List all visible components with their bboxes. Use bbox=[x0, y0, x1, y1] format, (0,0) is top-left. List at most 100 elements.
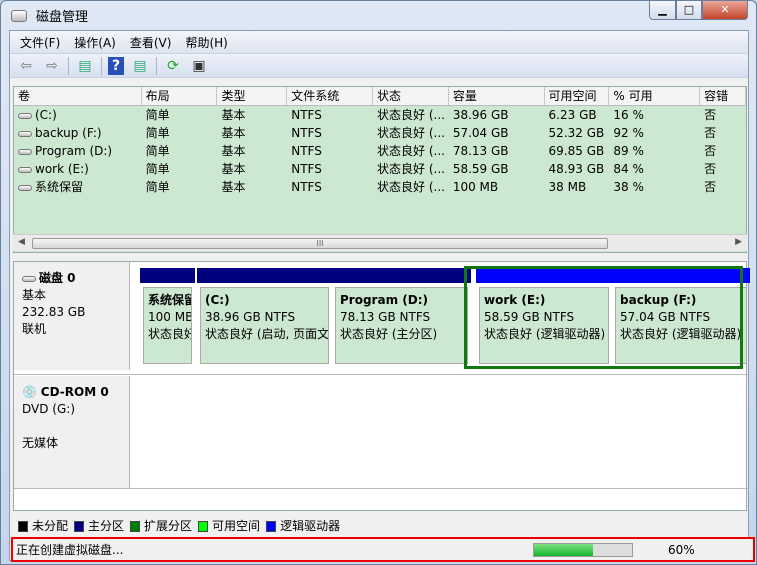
volume-cell: 否 bbox=[700, 124, 746, 142]
volume-row[interactable]: Program (D:) 简单 基本 NTFS 状态良好 (... 78.13 GB 69.… bbox=[14, 142, 746, 160]
minimize-button[interactable]: ▁ bbox=[649, 1, 676, 20]
disk-graphical-view: 磁盘 0 基本 232.83 GB 联机 系统保留 100 MB 状态良好 (C:) 3… bbox=[13, 261, 750, 511]
cdrom-0-label[interactable]: 💿 CD-ROM 0 DVD (G:) 无媒体 bbox=[14, 376, 130, 488]
volume-name-cell: 系统保留 bbox=[14, 178, 142, 196]
volume-cell: 简单 bbox=[142, 178, 218, 196]
legend-label: 未分配 bbox=[32, 519, 69, 533]
cell-text: 基本 bbox=[221, 108, 246, 122]
legend-swatch bbox=[74, 521, 85, 532]
volume-name-cell: backup (F:) bbox=[14, 124, 142, 142]
volume-row[interactable]: backup (F:) 简单 基本 NTFS 状态良好 (... 57.04 GB 52.3… bbox=[14, 124, 746, 142]
column-header-fault-tolerance[interactable]: 容错 bbox=[700, 87, 746, 105]
legend-item: 未分配 bbox=[18, 517, 68, 534]
volume-cell: 状态良好 (... bbox=[373, 124, 449, 142]
column-header-type[interactable]: 类型 bbox=[217, 87, 288, 105]
partition-status: 状态良好 (主分区) bbox=[340, 327, 438, 341]
partition-size: 100 MB bbox=[148, 310, 192, 324]
volume-cell: NTFS bbox=[287, 178, 373, 196]
legend: 未分配 主分区 扩展分区 可用空间 逻辑驱动器 bbox=[18, 517, 340, 534]
cell-text: 92 % bbox=[613, 126, 644, 140]
maximize-button[interactable]: □ bbox=[676, 1, 702, 20]
column-header-filesystem[interactable]: 文件系统 bbox=[287, 87, 374, 105]
volume-cell: 84 % bbox=[609, 160, 700, 178]
disk-size: 232.83 GB bbox=[22, 305, 86, 319]
refresh-icon[interactable]: ⟳ bbox=[163, 57, 183, 75]
partition-size: 38.96 GB NTFS bbox=[205, 310, 296, 324]
column-header-layout[interactable]: 布局 bbox=[142, 87, 218, 105]
back-arrow-icon[interactable]: ⇦ bbox=[16, 57, 36, 75]
cell-text: 16 % bbox=[613, 108, 644, 122]
legend-swatch bbox=[266, 521, 277, 532]
title-bar: 磁盘管理 bbox=[11, 6, 88, 25]
cell-text: NTFS bbox=[291, 108, 322, 122]
menu-file[interactable]: 文件(F) bbox=[20, 34, 60, 51]
toolbar: ⇦ ⇨ ▤ ? ▤ ⟳ ▣ bbox=[10, 53, 748, 78]
volume-cell: NTFS bbox=[287, 106, 373, 124]
column-header-free-space[interactable]: 可用空间 bbox=[545, 87, 610, 105]
column-header-volume[interactable]: 卷 bbox=[14, 87, 142, 105]
legend-swatch bbox=[130, 521, 141, 532]
progress-fill bbox=[534, 544, 593, 556]
volume-cell: 状态良好 (... bbox=[373, 106, 449, 124]
volume-cell: 38 MB bbox=[545, 178, 610, 196]
console-tree-icon[interactable]: ▤ bbox=[75, 57, 95, 75]
cell-text: 状态良好 (... bbox=[377, 162, 445, 176]
volume-cell: 38 % bbox=[609, 178, 700, 196]
column-header-status[interactable]: 状态 bbox=[373, 87, 449, 105]
menu-view[interactable]: 查看(V) bbox=[130, 34, 172, 51]
action-pane-icon[interactable]: ▤ bbox=[130, 57, 150, 75]
cell-text: 57.04 GB bbox=[452, 126, 509, 140]
volume-list: 卷 布局 类型 文件系统 状态 容量 可用空间 % 可用 容错 (C:) 简单 基本… bbox=[13, 86, 747, 253]
volume-row[interactable]: (C:) 简单 基本 NTFS 状态良好 (... 38.96 GB 6.23 GB 16 %… bbox=[14, 106, 746, 124]
partition-block[interactable]: Program (D:) 78.13 GB NTFS 状态良好 (主分区) bbox=[332, 268, 471, 367]
help-icon[interactable]: ? bbox=[108, 56, 124, 75]
cell-text: 状态良好 (... bbox=[377, 126, 445, 140]
menu-help[interactable]: 帮助(H) bbox=[185, 34, 227, 51]
horizontal-scrollbar[interactable]: ◀ III ▶ bbox=[13, 234, 747, 251]
disk-icon bbox=[22, 275, 36, 282]
close-button[interactable]: ✕ bbox=[702, 1, 748, 20]
scrollbar-thumb[interactable]: III bbox=[32, 238, 608, 249]
properties-icon[interactable]: ▣ bbox=[189, 57, 209, 75]
legend-label: 逻辑驱动器 bbox=[280, 519, 341, 533]
volume-drive-icon bbox=[18, 166, 32, 173]
volume-row[interactable]: 系统保留 简单 基本 NTFS 状态良好 (... 100 MB 38 MB 38 % 否 bbox=[14, 178, 746, 196]
menu-action[interactable]: 操作(A) bbox=[74, 34, 116, 51]
scroll-left-icon[interactable]: ◀ bbox=[18, 237, 25, 247]
volume-cell: 6.23 GB bbox=[545, 106, 610, 124]
disk-management-icon bbox=[11, 9, 27, 22]
cell-text: 100 MB bbox=[452, 180, 499, 194]
volume-cell: 否 bbox=[700, 160, 746, 178]
volume-drive-icon bbox=[18, 184, 32, 191]
volume-drive-icon bbox=[18, 148, 32, 155]
volume-cell: 52.32 GB bbox=[545, 124, 610, 142]
volume-row[interactable]: work (E:) 简单 基本 NTFS 状态良好 (... 58.59 GB 48.93 … bbox=[14, 160, 746, 178]
cell-text: 简单 bbox=[145, 144, 170, 158]
scroll-right-icon[interactable]: ▶ bbox=[735, 237, 742, 247]
partition-info: Program (D:) 78.13 GB NTFS 状态良好 (主分区) bbox=[335, 287, 468, 364]
partition-block[interactable]: (C:) 38.96 GB NTFS 状态良好 (启动, 页面文件 bbox=[197, 268, 332, 367]
column-header-capacity[interactable]: 容量 bbox=[449, 87, 545, 105]
cdrom-icon: 💿 bbox=[22, 385, 37, 399]
cell-text: 状态良好 (... bbox=[377, 180, 445, 194]
disk-0-label[interactable]: 磁盘 0 基本 232.83 GB 联机 bbox=[14, 262, 130, 370]
volume-cell: 简单 bbox=[142, 160, 218, 178]
window-title: 磁盘管理 bbox=[36, 10, 89, 25]
forward-arrow-icon[interactable]: ⇨ bbox=[42, 57, 62, 75]
partition-block[interactable]: 系统保留 100 MB 状态良好 bbox=[140, 268, 195, 367]
column-header-percent-free[interactable]: % 可用 bbox=[609, 87, 701, 105]
volume-cell: NTFS bbox=[287, 142, 373, 160]
legend-item: 逻辑驱动器 bbox=[266, 517, 340, 534]
cell-text: 简单 bbox=[145, 126, 170, 140]
cell-text: 78.13 GB bbox=[452, 144, 509, 158]
cell-text: 基本 bbox=[221, 126, 246, 140]
volume-cell: 92 % bbox=[609, 124, 700, 142]
volume-cell: 48.93 GB bbox=[545, 160, 610, 178]
partition-status: 状态良好 bbox=[148, 327, 192, 341]
cell-text: 简单 bbox=[145, 180, 170, 194]
legend-item: 主分区 bbox=[74, 517, 124, 534]
volume-cell: 简单 bbox=[142, 106, 218, 124]
cell-text: work (E:) bbox=[35, 162, 89, 176]
volume-cell: 69.85 GB bbox=[545, 142, 610, 160]
volume-cell: 58.59 GB bbox=[449, 160, 545, 178]
